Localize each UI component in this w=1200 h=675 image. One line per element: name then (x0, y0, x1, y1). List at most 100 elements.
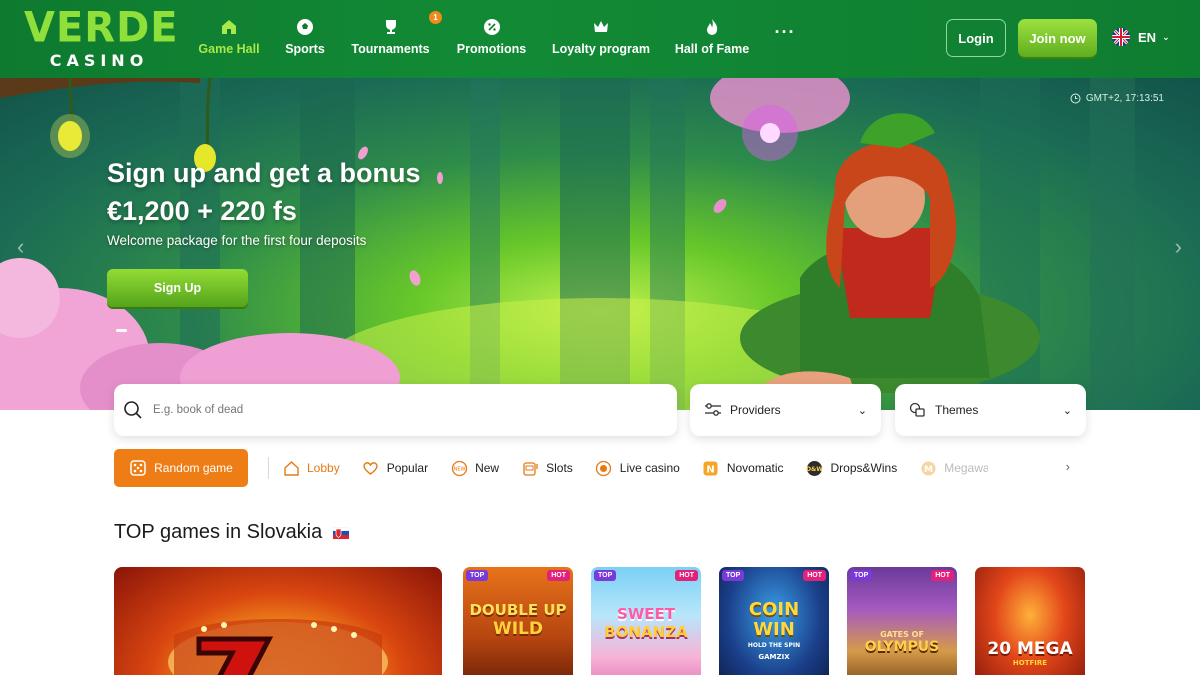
hot-tag: HOT (931, 570, 954, 581)
hero-bonus-amount: €1,200 + 220 fs (107, 196, 297, 226)
top-header: VERDE CASINO Game Hall Sports 1 Tourname… (0, 0, 1200, 78)
live-dot-icon (595, 459, 613, 477)
drops-wins-logo-icon: D&W (806, 459, 824, 477)
lucky-seven-art (168, 619, 388, 675)
game-title-line2: WILD (492, 619, 544, 639)
slovakia-flag-icon (333, 526, 350, 539)
providers-dropdown[interactable]: Providers ⌄ (690, 384, 881, 436)
category-live-casino[interactable]: Live casino (595, 459, 680, 477)
game-title-line2: HOTFIRE (1012, 659, 1048, 667)
soccer-ball-icon (295, 17, 315, 37)
nav-label: Promotions (456, 42, 527, 56)
verde-casino-logo[interactable]: VERDE CASINO (24, 3, 184, 70)
game-tile-coin-win[interactable]: TOP HOT COIN WIN HOLD THE SPIN GAMZIX (719, 567, 829, 675)
nav-label: Loyalty program (552, 42, 650, 56)
logo-subtitle: CASINO (49, 51, 149, 70)
logo-wordmark: VERDE (24, 3, 179, 53)
nav-promotions[interactable]: Promotions (441, 0, 542, 78)
category-label: Drops&Wins (830, 461, 898, 475)
nav-hall-of-fame[interactable]: Hall of Fame (660, 0, 764, 78)
category-new[interactable]: NEW New (450, 459, 499, 477)
game-tile-double-up-wild[interactable]: TOP HOT DOUBLE UP WILD (463, 567, 573, 675)
nav-loyalty-program[interactable]: Loyalty program (542, 0, 660, 78)
random-game-button[interactable]: Random game (114, 449, 248, 487)
new-badge-icon: NEW (450, 459, 468, 477)
chevron-down-icon: ⌄ (1162, 31, 1170, 42)
featured-game-tile[interactable] (114, 567, 442, 675)
language-selector[interactable]: EN ⌄ (1112, 28, 1170, 46)
category-label: Novomatic (726, 461, 784, 475)
flame-icon (702, 17, 722, 37)
game-title-line2: OLYMPUS (864, 639, 940, 655)
random-game-label: Random game (154, 461, 233, 475)
category-popular[interactable]: Popular (362, 459, 428, 477)
uk-flag-icon (1112, 28, 1130, 46)
game-title-line1: DOUBLE UP (469, 601, 567, 619)
home-icon (282, 459, 300, 477)
game-search-box[interactable] (114, 384, 677, 436)
nav-game-hall[interactable]: Game Hall (188, 0, 270, 78)
themes-shapes-icon (909, 402, 925, 417)
divider (268, 457, 269, 479)
category-label: Live casino (619, 461, 680, 475)
login-button[interactable]: Login (946, 19, 1006, 57)
dice-icon (130, 460, 146, 476)
carousel-indicator[interactable] (116, 329, 127, 332)
category-slots[interactable]: Slots (521, 459, 573, 477)
top-tag: TOP (594, 570, 617, 581)
search-icon (124, 401, 142, 419)
hot-tag: HOT (675, 570, 698, 581)
sign-up-button[interactable]: Sign Up (107, 269, 248, 307)
svg-text:NEW: NEW (453, 466, 465, 472)
chevron-right-icon[interactable]: › (1066, 459, 1070, 474)
crown-icon (591, 17, 611, 37)
top-tag: TOP (850, 570, 873, 581)
category-novomatic[interactable]: N Novomatic (702, 459, 784, 477)
game-tile-20-mega-hotfire[interactable]: 20 MEGA HOTFIRE (975, 567, 1085, 675)
section-title: TOP games in Slovakia (114, 521, 323, 543)
svg-text:M: M (924, 465, 933, 475)
top-games-row: TOP HOT DOUBLE UP WILD TOP HOT SWEET BON… (114, 567, 1086, 675)
hot-tag: HOT (547, 570, 570, 581)
nav-sports[interactable]: Sports (270, 0, 340, 78)
category-megaways[interactable]: M Megaways (919, 459, 988, 477)
category-label: New (475, 461, 500, 475)
category-label: Lobby (307, 461, 340, 475)
nav-label: Sports (285, 42, 325, 56)
category-lobby[interactable]: Lobby (282, 459, 340, 477)
game-title-line1: 20 MEGA (987, 639, 1073, 659)
nav-label: Game Hall (198, 42, 260, 56)
nav-label: Hall of Fame (674, 42, 750, 56)
nav-label: Tournaments (351, 42, 430, 56)
game-provider: GAMZIX (758, 653, 790, 661)
category-bar: Random game Lobby Popular NEW New Slots … (114, 449, 1086, 487)
game-title-line1: COIN (748, 599, 800, 620)
game-tile-sweet-bonanza[interactable]: TOP HOT SWEET BONANZA (591, 567, 701, 675)
filter-sliders-icon (705, 403, 721, 416)
hero-banner[interactable]: GMT+2, 17:13:51 ‹ › Sign up and get a bo… (0, 78, 1200, 410)
novomatic-logo-icon: N (702, 459, 720, 477)
heart-icon (362, 459, 380, 477)
themes-label: Themes (935, 403, 979, 417)
game-title-line2: WIN (753, 619, 795, 640)
main-nav: Game Hall Sports 1 Tournaments Promotion… (188, 0, 806, 78)
server-clock: GMT+2, 17:13:51 (1070, 93, 1164, 104)
svg-text:D&W: D&W (806, 466, 823, 473)
providers-label: Providers (730, 403, 781, 417)
carousel-prev-icon[interactable]: ‹ (17, 234, 24, 260)
top-games-heading: TOP games in Slovakia (114, 521, 350, 544)
themes-dropdown[interactable]: Themes ⌄ (895, 384, 1086, 436)
game-tagline: HOLD THE SPIN (747, 642, 801, 649)
nav-tournaments[interactable]: 1 Tournaments (340, 0, 442, 78)
home-icon (219, 17, 239, 37)
game-tile-gates-of-olympus[interactable]: TOP HOT GATES OF OLYMPUS (847, 567, 957, 675)
join-now-button[interactable]: Join now (1018, 19, 1097, 57)
server-time-text: GMT+2, 17:13:51 (1085, 93, 1164, 104)
carousel-next-icon[interactable]: › (1175, 234, 1182, 260)
hero-subtitle: Welcome package for the first four depos… (107, 233, 367, 248)
search-input[interactable] (153, 404, 633, 416)
category-drops-wins[interactable]: D&W Drops&Wins (806, 459, 898, 477)
hot-tag: HOT (803, 570, 826, 581)
category-label: Megaways (944, 461, 989, 475)
more-menu-button[interactable]: ··· (764, 0, 806, 78)
